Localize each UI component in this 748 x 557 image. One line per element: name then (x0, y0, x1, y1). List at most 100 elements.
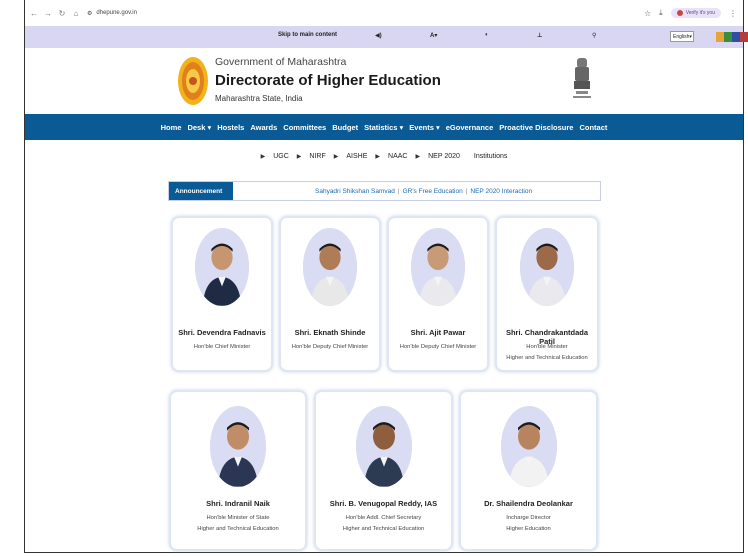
dignitary-designation: Hon'ble Addl. Chief Secretary (345, 515, 422, 522)
site-info-icon[interactable]: ⚙ (87, 10, 92, 17)
dignitary-name: Shri. Devendra Fadnavis (178, 328, 266, 338)
nav-item-egovernance[interactable]: eGovernance (446, 123, 494, 132)
quick-links: ▶ UGC ▶ NIRF ▶ AISHE ▶ NAAC ▶ NEP 2020 Institution… (25, 153, 743, 160)
arrow-right-icon: ▶ (260, 154, 266, 160)
state-subtitle: Maharashtra State, India (215, 94, 303, 103)
dignitary-photo (303, 228, 357, 307)
government-title: Government of Maharashtra (215, 56, 347, 68)
skip-to-main-link[interactable]: Skip to main content (278, 32, 337, 38)
department-title[interactable]: Directorate of Higher Education (215, 72, 441, 89)
dignitary-name: Shri. Ajit Pawar (410, 328, 466, 338)
dignitary-card[interactable]: Shri. Chandrakantdada Patil Hon'ble Minis… (495, 216, 599, 372)
person-silhouette-icon (520, 228, 574, 306)
dignitary-designation: Hon'ble Minister of State (206, 515, 270, 522)
dignitary-photo (355, 406, 412, 488)
home-icon[interactable]: ⌂ (71, 8, 81, 18)
language-select[interactable]: English ▾ (670, 31, 694, 42)
dignitary-designation: Hon'ble Deputy Chief Minister (291, 344, 369, 351)
nav-item-hostels[interactable]: Hostels (217, 123, 244, 132)
address-text: dhepune.gov.in (96, 10, 137, 16)
contrast-icon[interactable]: ◐ (485, 32, 489, 38)
nav-item-budget[interactable]: Budget (332, 123, 358, 132)
dignitary-name: Shri. Indranil Naik (206, 499, 270, 509)
dignitary-photo (210, 406, 266, 488)
dignitary-card[interactable]: Shri. Eknath Shinde Hon'ble Deputy Chief … (279, 216, 381, 372)
link-separator: | (397, 187, 400, 195)
quick-link-institutions[interactable]: Institutions (474, 153, 507, 160)
verify-button[interactable]: Verify it's you (670, 8, 721, 18)
person-silhouette-icon (500, 406, 557, 487)
forward-icon[interactable]: → (43, 8, 53, 18)
language-value: English (673, 33, 690, 40)
arrow-right-icon: ▶ (333, 154, 339, 160)
arrow-right-icon: ▶ (296, 154, 302, 160)
dignitary-photo (520, 228, 574, 307)
dignitary-card[interactable]: Dr. Shailendra Deolankar Incharge Directo… (459, 390, 598, 551)
address-bar[interactable]: ⚙ dhepune.gov.in (87, 10, 137, 17)
announcement-link[interactable]: NEP 2020 Interaction (470, 188, 532, 195)
maharashtra-seal-logo[interactable] (177, 56, 209, 106)
link-separator: | (465, 187, 468, 195)
nav-item-contact[interactable]: Contact (579, 123, 607, 132)
dignitary-card[interactable]: Shri. B. Venugopal Reddy, IAS Hon'ble Add… (314, 390, 453, 551)
quick-link-nep-2020[interactable]: NEP 2020 (428, 153, 460, 160)
dignitary-name: Shri. B. Venugopal Reddy, IAS (329, 499, 438, 509)
theme-swatch-blue[interactable] (732, 32, 740, 42)
quick-link-naac[interactable]: NAAC (388, 153, 407, 160)
nav-item-committees[interactable]: Committees (283, 123, 326, 132)
person-silhouette-icon (303, 228, 357, 306)
announcement-label: Announcement (169, 182, 233, 200)
quick-link-ugc[interactable]: UGC (273, 153, 289, 160)
browser-toolbar: ← → ↻ ⌂ ⚙ dhepune.gov.in ☆ ⤓ Verify it's… (25, 0, 743, 26)
announcement-link[interactable]: GR's Free Education (403, 188, 463, 195)
theme-swatch-green[interactable] (724, 32, 732, 42)
screen-reader-icon[interactable]: ◀) (375, 32, 382, 39)
theme-swatches (716, 32, 748, 42)
dignitary-photo (411, 228, 465, 307)
nav-item-proactive-disclosure[interactable]: Proactive Disclosure (499, 123, 573, 132)
verify-label: Verify it's you (685, 10, 715, 16)
nav-item-desk[interactable]: Desk ▾ (187, 123, 211, 132)
national-emblem-logo (573, 58, 591, 98)
arrow-right-icon: ▶ (375, 154, 381, 160)
dignitary-designation: Hon'ble Minister (526, 344, 568, 351)
dignitary-department: Higher Education (506, 526, 551, 533)
dignitary-photo (500, 406, 557, 488)
sitemap-icon[interactable]: ⊥ (537, 32, 542, 39)
nav-item-events[interactable]: Events ▾ (409, 123, 439, 132)
bookmark-star-icon[interactable]: ☆ (644, 9, 651, 18)
menu-icon[interactable]: ⋮ (729, 9, 737, 18)
accessibility-bar: Skip to main content ◀) A▾ ◐ ⊥ ⚲ English… (25, 26, 748, 48)
person-silhouette-icon (355, 406, 412, 487)
dignitary-designation: Hon'ble Chief Minister (193, 344, 251, 351)
person-silhouette-icon (411, 228, 465, 306)
quick-link-aishe[interactable]: AISHE (346, 153, 367, 160)
quick-link-nirf[interactable]: NIRF (309, 153, 325, 160)
dignitary-name: Shri. Eknath Shinde (294, 328, 366, 338)
dignitary-department: Higher and Technical Education (506, 355, 588, 362)
arrow-right-icon: ▶ (415, 154, 421, 160)
theme-swatch-red[interactable] (740, 32, 748, 42)
dignitary-card[interactable]: Shri. Devendra Fadnavis Hon'ble Chief Min… (171, 216, 273, 372)
dignitary-department: Higher and Technical Education (342, 526, 425, 533)
dignitary-name: Dr. Shailendra Deolankar (484, 499, 573, 509)
dignitary-card[interactable]: Shri. Indranil Naik Hon'ble Minister of S… (169, 390, 307, 551)
dignitary-designation: Hon'ble Deputy Chief Minister (399, 344, 477, 351)
font-size-control[interactable]: A▾ (430, 32, 437, 39)
profile-avatar-icon (676, 10, 683, 16)
site-header: Government of Maharashtra Directorate of… (25, 48, 743, 114)
person-silhouette-icon (210, 406, 266, 487)
main-navigation: Home Desk ▾ Hostels Awards Committees Budget S… (25, 114, 743, 140)
search-icon[interactable]: ⚲ (592, 32, 596, 39)
dignitary-card[interactable]: Shri. Ajit Pawar Hon'ble Deputy Chief Min… (387, 216, 489, 372)
download-icon[interactable]: ⤓ (659, 8, 663, 18)
dignitary-photo (195, 228, 249, 307)
announcement-link[interactable]: Sahyadri Shikshan Samvad (315, 188, 395, 195)
reload-icon[interactable]: ↻ (57, 8, 67, 18)
back-icon[interactable]: ← (29, 8, 39, 18)
nav-item-statistics[interactable]: Statistics ▾ (364, 123, 403, 132)
theme-swatch-orange[interactable] (716, 32, 724, 42)
announcement-bar: Announcement Sahyadri Shikshan Samvad | GR… (168, 181, 601, 201)
nav-item-home[interactable]: Home (161, 123, 182, 132)
nav-item-awards[interactable]: Awards (250, 123, 277, 132)
